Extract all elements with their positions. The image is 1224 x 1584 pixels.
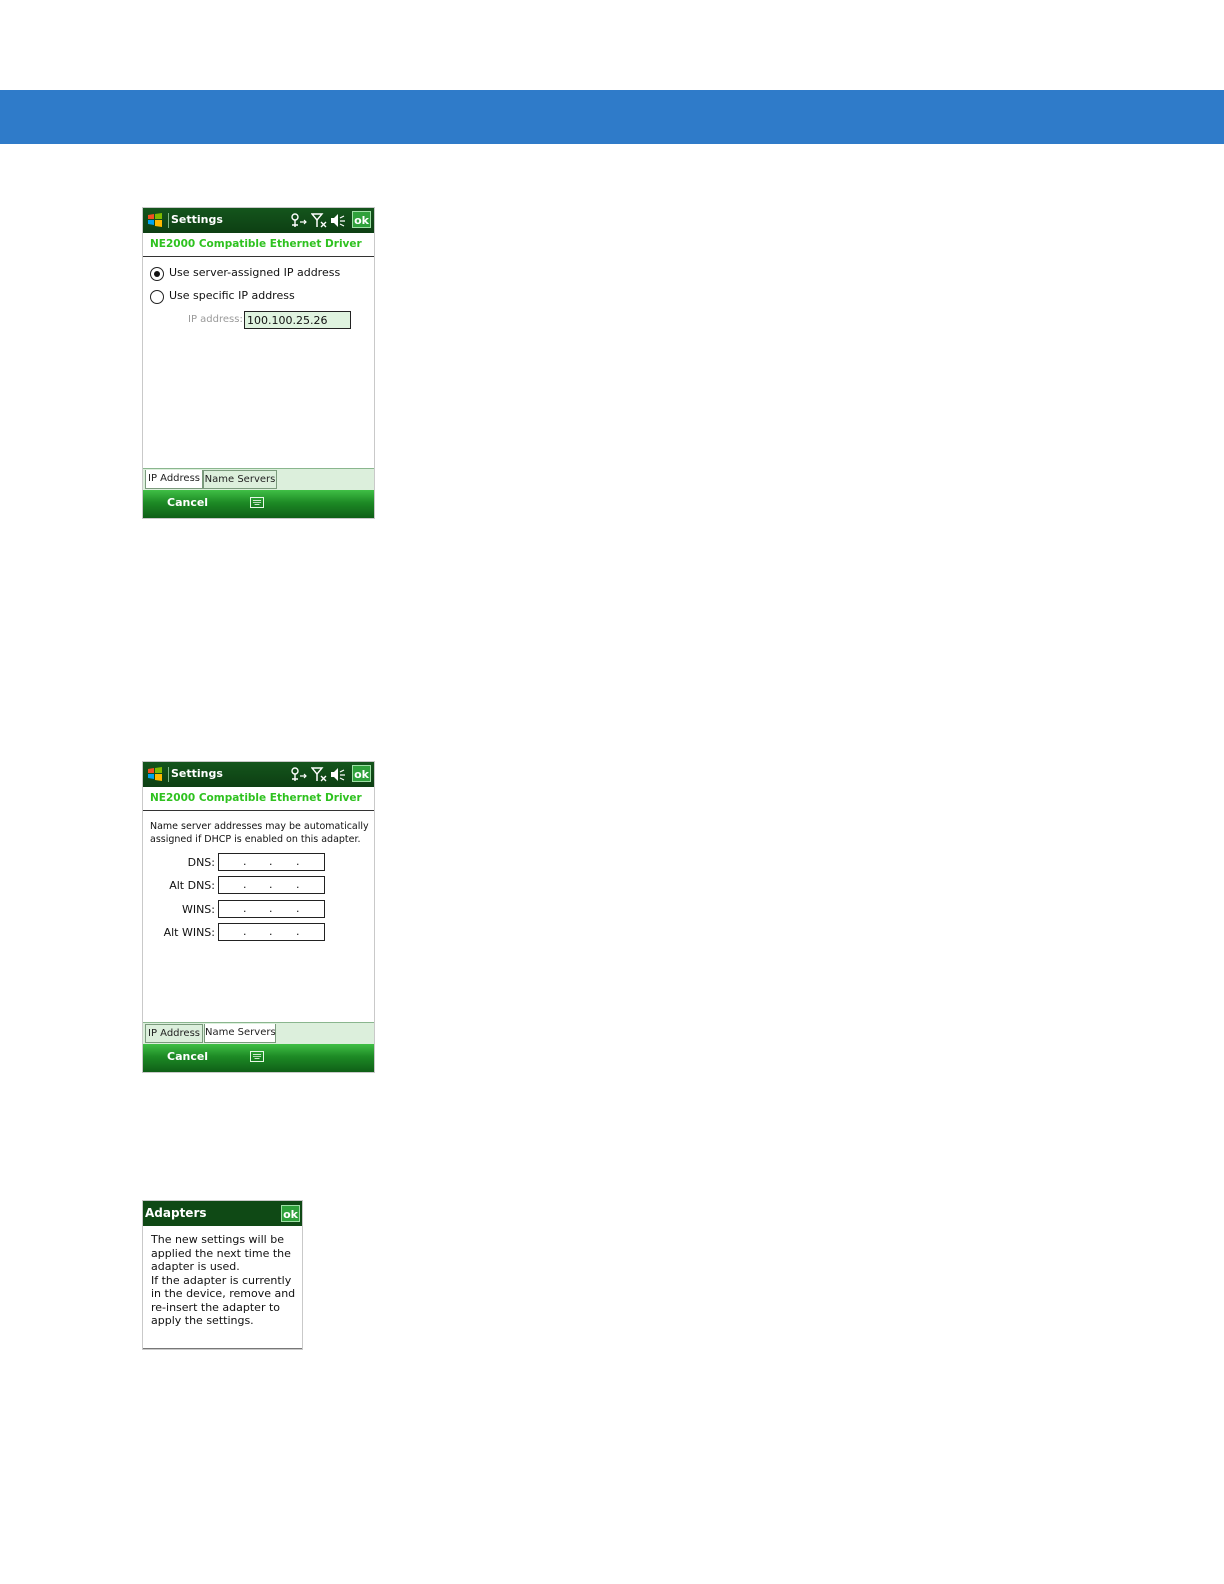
signal-off-icon[interactable]: [311, 213, 327, 228]
ip-address-input[interactable]: 100.100.25.26: [244, 311, 351, 329]
ip-dot: .: [269, 902, 273, 915]
ip-dot: .: [296, 878, 300, 891]
ip-dot: .: [269, 855, 273, 868]
app-title: Settings: [171, 767, 223, 780]
subtitle-divider: [143, 256, 374, 257]
ok-button[interactable]: ok: [352, 211, 371, 228]
radio-server-assigned[interactable]: [150, 267, 164, 281]
connectivity-icon[interactable]: [290, 213, 308, 228]
alt-dns-label: Alt DNS:: [169, 879, 215, 892]
dialog-message-line: adapter is used.: [151, 1260, 240, 1273]
cancel-button[interactable]: Cancel: [167, 1050, 208, 1063]
softkey-bar: Cancel: [143, 1044, 374, 1072]
dialog-title: Adapters: [145, 1206, 207, 1220]
driver-title: NE2000 Compatible Ethernet Driver: [150, 238, 362, 250]
dialog-message-line: re-insert the adapter to: [151, 1300, 281, 1314]
dialog-message: The new settings will be applied the nex…: [151, 1233, 295, 1328]
radio-selected-dot: [154, 271, 160, 277]
dialog-message-line: apply the settings.: [151, 1314, 254, 1327]
ip-dot: .: [296, 902, 300, 915]
alt-wins-input[interactable]: . . .: [218, 923, 325, 941]
ok-button[interactable]: ok: [281, 1205, 300, 1222]
radio-server-assigned-label[interactable]: Use server-assigned IP address: [169, 266, 340, 279]
ip-dot: .: [269, 878, 273, 891]
wins-input[interactable]: . . .: [218, 900, 325, 918]
ip-dot: .: [243, 925, 247, 938]
driver-title: NE2000 Compatible Ethernet Driver: [150, 792, 362, 804]
dialog-message-line: applied the next time the: [151, 1246, 291, 1260]
settings-screen-ip-address: Settings ok NE2000 Compatible Ethernet D…: [143, 208, 374, 518]
title-separator: [168, 213, 169, 228]
tab-strip: IP Address Name Servers: [143, 1022, 374, 1044]
app-title: Settings: [171, 213, 223, 226]
cancel-button[interactable]: Cancel: [167, 496, 208, 509]
ip-dot: .: [243, 878, 247, 891]
title-separator: [168, 767, 169, 782]
title-bar: Settings ok: [143, 208, 374, 233]
speaker-muted-icon[interactable]: [330, 213, 346, 228]
settings-screen-name-servers: Settings ok NE2000 Compatible Ethernet D…: [143, 762, 374, 1072]
dns-label: DNS:: [187, 856, 215, 869]
speaker-muted-icon[interactable]: [330, 767, 346, 782]
alt-dns-input[interactable]: . . .: [218, 876, 325, 894]
subtitle-divider: [143, 810, 374, 811]
dialog-bottom-border: [143, 1348, 302, 1349]
tab-ip-address[interactable]: IP Address: [145, 1024, 203, 1043]
name-server-note: Name server addresses may be automatical…: [150, 820, 369, 846]
dialog-message-line: The new settings will be: [151, 1233, 284, 1246]
title-bar: Settings ok: [143, 762, 374, 787]
softkey-bar: Cancel: [143, 490, 374, 518]
name-server-note-line: Name server addresses may be automatical…: [150, 821, 369, 832]
tab-name-servers[interactable]: Name Servers: [203, 470, 277, 489]
keyboard-icon[interactable]: [250, 1051, 264, 1062]
ok-button[interactable]: ok: [352, 765, 371, 782]
ip-dot: .: [296, 925, 300, 938]
radio-specific-ip[interactable]: [150, 290, 164, 304]
alt-wins-label: Alt WINS:: [163, 926, 215, 939]
dialog-message-line: in the device, remove and: [151, 1287, 296, 1300]
ip-dot: .: [243, 855, 247, 868]
adapters-dialog: Adapters ok The new settings will be app…: [143, 1201, 302, 1349]
tab-ip-address[interactable]: IP Address: [145, 470, 203, 489]
ip-dot: .: [243, 902, 247, 915]
dialog-message-line: If the adapter is currently: [151, 1273, 292, 1287]
windows-start-icon[interactable]: [147, 766, 163, 782]
dns-input[interactable]: . . .: [218, 853, 325, 871]
tab-name-servers[interactable]: Name Servers: [204, 1024, 276, 1043]
connectivity-icon[interactable]: [290, 767, 308, 782]
ip-dot: .: [296, 855, 300, 868]
tab-strip: IP Address Name Servers: [143, 468, 374, 490]
dialog-title-bar: Adapters ok: [143, 1201, 302, 1226]
windows-start-icon[interactable]: [147, 212, 163, 228]
signal-off-icon[interactable]: [311, 767, 327, 782]
keyboard-icon[interactable]: [250, 497, 264, 508]
wins-label: WINS:: [181, 903, 215, 916]
radio-specific-ip-label[interactable]: Use specific IP address: [169, 289, 295, 302]
header-banner: [0, 90, 1224, 144]
ip-address-label: IP address:: [188, 314, 243, 325]
ip-dot: .: [269, 925, 273, 938]
name-server-note-line: assigned if DHCP is enabled on this adap…: [150, 834, 361, 845]
